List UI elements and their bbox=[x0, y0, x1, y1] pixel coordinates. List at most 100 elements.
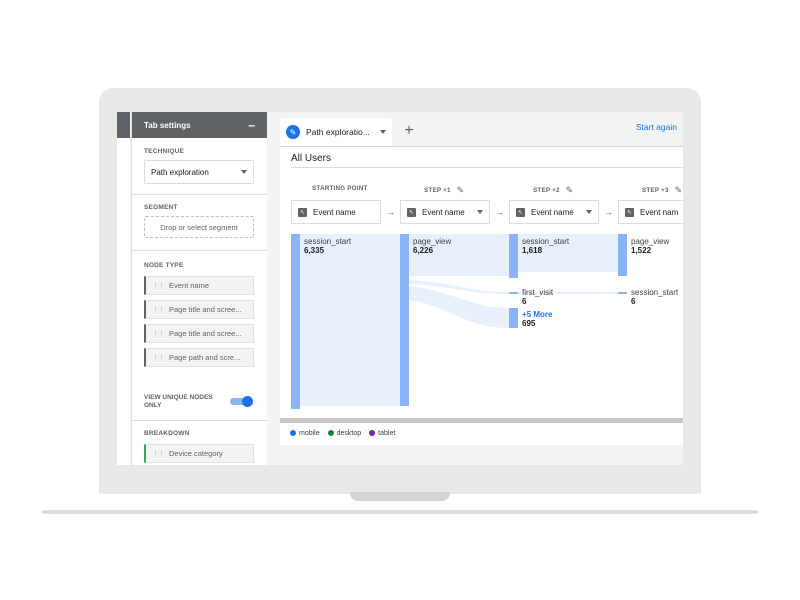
screen: Tab settings – TECHNIQUE Path exploratio… bbox=[117, 112, 683, 465]
step-select-value: Event nam bbox=[640, 207, 679, 217]
node-value: 1,618 bbox=[522, 246, 543, 255]
node-name: session_start bbox=[522, 237, 570, 246]
laptop-notch bbox=[350, 492, 450, 501]
node-type-chip-label: Page title and scree... bbox=[169, 305, 242, 314]
legend: mobile desktop tablet bbox=[290, 430, 395, 437]
cursor-icon: ↖ bbox=[625, 207, 634, 217]
chevron-down-icon bbox=[586, 210, 592, 214]
node-bar-first-visit[interactable] bbox=[509, 292, 518, 294]
step-select-step1[interactable]: ↖ Event name bbox=[400, 200, 490, 224]
node-type-chip-label: Page path and scre... bbox=[169, 353, 241, 362]
divider bbox=[132, 420, 267, 421]
segment-drop-zone[interactable]: Drop or select segment bbox=[144, 216, 254, 238]
edit-pencil-icon[interactable]: ✎ bbox=[675, 185, 683, 196]
toggle-knob bbox=[242, 396, 253, 407]
view-unique-nodes-toggle[interactable] bbox=[230, 396, 253, 407]
view-unique-nodes-label-line: VIEW UNIQUE NODES bbox=[144, 394, 213, 401]
legend-dot bbox=[290, 430, 296, 437]
left-nav-strip-header bbox=[117, 112, 130, 138]
segment-label: SEGMENT bbox=[144, 204, 178, 211]
node-bar-session-start[interactable] bbox=[291, 234, 300, 409]
technique-select[interactable]: Path exploration bbox=[144, 160, 254, 184]
node-type-label: NODE TYPE bbox=[144, 262, 184, 269]
add-tab-icon[interactable]: + bbox=[398, 120, 420, 142]
view-unique-nodes-label-line: ONLY bbox=[144, 402, 162, 409]
cursor-icon: ↖ bbox=[407, 207, 416, 217]
node-label-step1: page_view 6,226 bbox=[413, 237, 451, 255]
more-nodes-link[interactable]: +5 More bbox=[522, 310, 552, 319]
chevron-down-icon[interactable] bbox=[379, 130, 386, 134]
step-select-starting-point[interactable]: ↖ Event name bbox=[291, 200, 381, 224]
view-unique-nodes-label: VIEW UNIQUE NODES ONLY bbox=[144, 394, 213, 410]
arrow-right-icon: → bbox=[386, 207, 395, 217]
drag-handle-icon: ⋮⋮ bbox=[152, 330, 165, 338]
step-label-text: STEP +3 bbox=[642, 187, 669, 194]
node-value: 6,226 bbox=[413, 246, 434, 255]
left-nav-strip bbox=[117, 112, 130, 465]
tab-settings-header: Tab settings – bbox=[132, 112, 267, 138]
legend-item: desktop bbox=[327, 430, 362, 437]
tab-label: Path exploratio... bbox=[306, 127, 370, 137]
step-select-value: Event name bbox=[313, 207, 356, 217]
node-bar-session-start-2[interactable] bbox=[509, 234, 518, 278]
node-label-step2-more[interactable]: +5 More 695 bbox=[522, 310, 552, 328]
step-select-value: Event name bbox=[531, 207, 574, 217]
step-label-text: STARTING POINT bbox=[312, 185, 368, 192]
node-bar-page-view[interactable] bbox=[400, 234, 409, 406]
legend-item: mobile bbox=[290, 430, 320, 437]
drag-handle-icon: ⋮⋮ bbox=[152, 450, 165, 458]
node-label-step3-a: page_view 1,522 bbox=[631, 237, 669, 255]
tab-settings-title: Tab settings bbox=[144, 120, 191, 130]
cursor-icon: ↖ bbox=[298, 207, 307, 217]
drag-handle-icon: ⋮⋮ bbox=[152, 306, 165, 314]
path-flow-diagram bbox=[291, 234, 627, 409]
pencil-icon: ✎ bbox=[286, 125, 300, 139]
node-name: session_start bbox=[304, 237, 352, 246]
arrow-right-icon: → bbox=[604, 207, 613, 217]
chevron-down-icon bbox=[477, 210, 483, 214]
tab-bar: ✎ Path exploratio... + Start again bbox=[280, 112, 683, 147]
legend-item: tablet bbox=[369, 430, 395, 437]
start-again-link[interactable]: Start again bbox=[636, 122, 677, 132]
segment-title: All Users bbox=[291, 153, 332, 164]
breakdown-label: BREAKDOWN bbox=[144, 430, 190, 437]
exploration-canvas: ✎ Path exploratio... + Start again All U… bbox=[280, 112, 683, 465]
step-label-step3: STEP +3 ✎ bbox=[642, 185, 682, 196]
tab-path-exploration[interactable]: ✎ Path exploratio... bbox=[280, 118, 392, 146]
step-label-text: STEP +1 bbox=[424, 187, 451, 194]
node-name: page_view bbox=[413, 237, 452, 246]
legend-dot bbox=[327, 430, 334, 437]
chevron-down-icon bbox=[241, 170, 247, 174]
node-bar-session-start-3[interactable] bbox=[618, 292, 627, 294]
horizontal-scrollbar[interactable] bbox=[280, 418, 683, 423]
edit-pencil-icon[interactable]: ✎ bbox=[457, 185, 465, 196]
step-label-step2: STEP +2 ✎ bbox=[533, 185, 573, 196]
divider bbox=[291, 167, 683, 168]
legend-dot bbox=[369, 430, 376, 437]
node-type-chip[interactable]: ⋮⋮ Page title and scree... bbox=[144, 324, 254, 343]
node-value: 1,522 bbox=[631, 246, 652, 255]
node-label-step2-a: session_start 1,618 bbox=[522, 237, 569, 255]
step-select-value: Event name bbox=[422, 207, 465, 217]
breakdown-chip[interactable]: ⋮⋮ Device category bbox=[144, 444, 254, 463]
node-bar-page-view-3[interactable] bbox=[618, 234, 627, 276]
node-type-chip[interactable]: ⋮⋮ Page title and scree... bbox=[144, 300, 254, 319]
node-type-chip[interactable]: ⋮⋮ Event name bbox=[144, 276, 254, 295]
technique-value: Path exploration bbox=[151, 167, 209, 177]
edit-pencil-icon[interactable]: ✎ bbox=[566, 185, 574, 196]
step-select-step3[interactable]: ↖ Event nam bbox=[618, 200, 683, 224]
legend-label: desktop bbox=[336, 430, 362, 437]
node-bar-more[interactable] bbox=[509, 308, 518, 328]
node-label-step2-b: first_visit 6 bbox=[522, 288, 553, 306]
step-label-text: STEP +2 bbox=[533, 187, 560, 194]
node-value: 695 bbox=[522, 319, 536, 328]
breakdown-chip-label: Device category bbox=[169, 449, 223, 458]
node-value: 6,335 bbox=[304, 246, 325, 255]
collapse-icon[interactable]: – bbox=[248, 119, 255, 131]
drag-handle-icon: ⋮⋮ bbox=[152, 282, 165, 290]
flow-band bbox=[300, 234, 400, 406]
node-value: 6 bbox=[522, 297, 527, 306]
step-select-step2[interactable]: ↖ Event name bbox=[509, 200, 599, 224]
node-type-chip[interactable]: ⋮⋮ Page path and scre... bbox=[144, 348, 254, 367]
divider bbox=[132, 250, 267, 251]
